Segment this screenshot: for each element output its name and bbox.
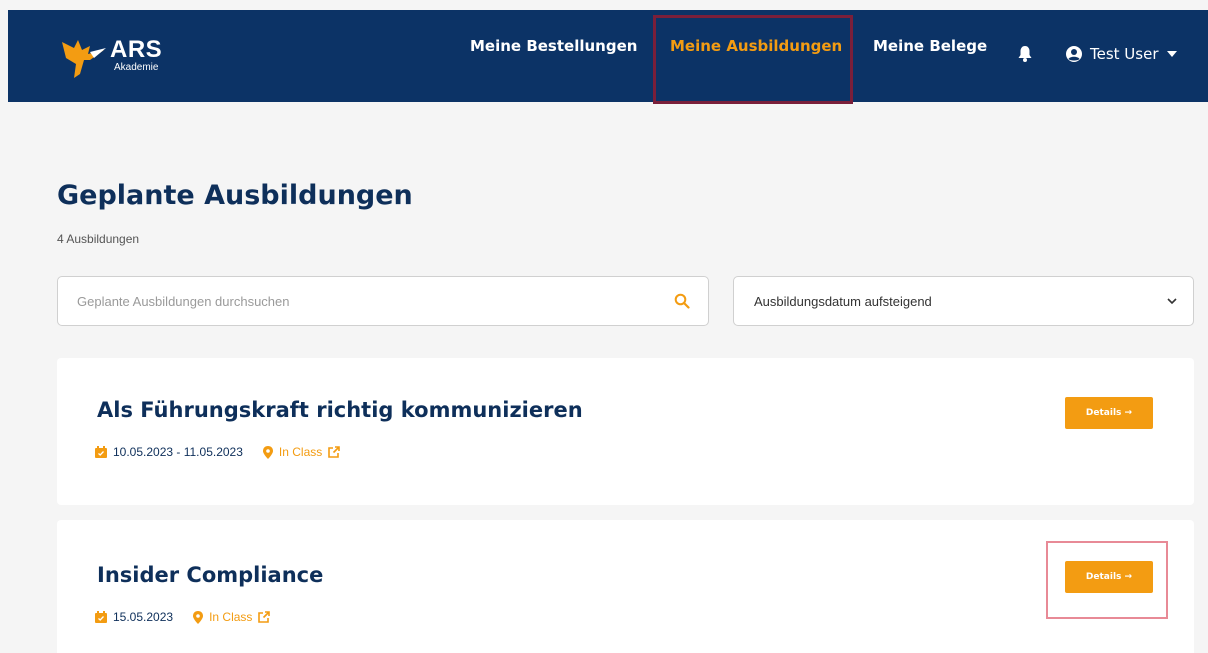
course-card: Insider Compliance 15.05.2023 In Class D…	[57, 520, 1194, 653]
training-count: 4 Ausbildungen	[57, 232, 140, 246]
user-menu[interactable]: Test User	[1066, 45, 1177, 63]
user-circle-icon	[1066, 46, 1082, 62]
chevron-down-icon	[1167, 298, 1177, 305]
course-location[interactable]: In Class	[209, 610, 252, 624]
search-box	[57, 276, 709, 326]
course-date: 10.05.2023 - 11.05.2023	[113, 445, 243, 459]
sort-selected-value: Ausbildungsdatum aufsteigend	[754, 294, 932, 309]
user-name: Test User	[1090, 45, 1159, 63]
course-card: Als Führungskraft richtig kommunizieren …	[57, 358, 1194, 505]
external-link-icon[interactable]	[328, 446, 341, 458]
calendar-icon	[95, 446, 107, 458]
map-pin-icon	[193, 610, 204, 624]
course-meta: 10.05.2023 - 11.05.2023 In Class	[95, 445, 341, 459]
course-location[interactable]: In Class	[279, 445, 322, 459]
details-highlight-box	[1046, 541, 1168, 619]
details-button[interactable]: Details →	[1065, 397, 1153, 429]
course-meta: 15.05.2023 In Class	[95, 610, 271, 624]
brand-name: ARS	[110, 36, 163, 63]
course-title: Als Führungskraft richtig kommunizieren	[97, 398, 583, 422]
brand-subtitle: Akademie	[114, 62, 159, 73]
sort-select[interactable]: Ausbildungsdatum aufsteigend	[733, 276, 1194, 326]
bird-logo-icon	[62, 40, 106, 78]
search-input[interactable]	[59, 278, 659, 324]
nav-highlight-box	[653, 15, 853, 104]
caret-down-icon	[1166, 51, 1177, 57]
nav-receipts[interactable]: Meine Belege	[873, 37, 987, 55]
map-pin-icon	[262, 445, 273, 459]
course-title: Insider Compliance	[97, 563, 324, 587]
nav-orders[interactable]: Meine Bestellungen	[470, 37, 637, 55]
bell-icon[interactable]	[1018, 46, 1032, 62]
logo[interactable]: ARS Akademie	[60, 38, 162, 80]
search-icon[interactable]	[674, 293, 690, 309]
course-date: 15.05.2023	[113, 610, 174, 624]
external-link-icon[interactable]	[258, 611, 271, 623]
calendar-icon	[95, 611, 107, 623]
page-title: Geplante Ausbildungen	[57, 180, 413, 211]
